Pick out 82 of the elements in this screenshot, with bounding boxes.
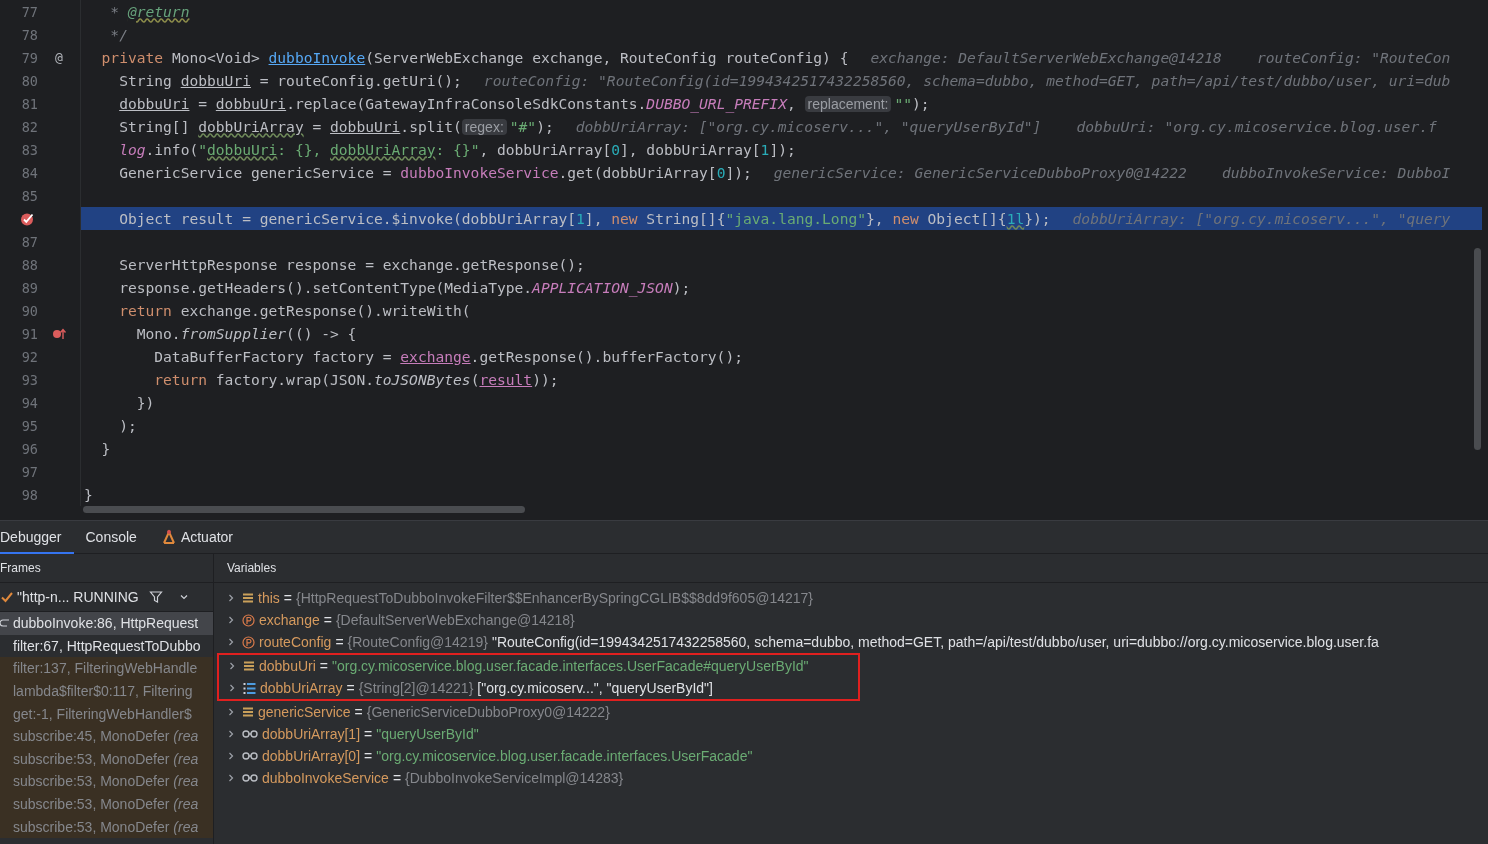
variable-entry[interactable]: this = {HttpRequestToDubboInvokeFilter$$EnhancerBySpringCGLIB$$8dd9f605@14217} bbox=[258, 590, 817, 606]
variable-entry[interactable]: dobbUriArray[0] = "org.cy.micoservice.blog.user.facade.interfaces.UserFacade" bbox=[262, 748, 753, 764]
panel-tab[interactable]: Debugger bbox=[0, 521, 74, 554]
horizontal-scrollbar[interactable] bbox=[83, 506, 525, 513]
filter-icon[interactable] bbox=[148, 590, 163, 604]
line-number: 77 bbox=[21, 3, 38, 20]
gutter-marker[interactable]: @ bbox=[55, 50, 63, 65]
network-icon bbox=[160, 528, 177, 545]
code-line: GenericService genericService = dubboInvokeService.get(dobbUriArray[0]); genericService: GenericServiceDubboProxy0@14222 dubboInvokeService: DubboI bbox=[118, 162, 1451, 183]
line-number: 94 bbox=[21, 394, 38, 411]
variables-title: Variables bbox=[227, 561, 277, 575]
vertical-scrollbar[interactable] bbox=[1474, 248, 1481, 450]
code-line: String[] dobbUriArray = dobbuUri.split( regex: "#"); dobbUriArray: ["org.cy.micoserv...", "queryUserById"] dobbuUri: "org.cy.micoservice.blog.user.f bbox=[118, 116, 1437, 137]
frames-title: Frames bbox=[0, 561, 41, 575]
line-number: 93 bbox=[21, 371, 38, 388]
line-number: 91 bbox=[21, 325, 38, 342]
expand-chevron-icon[interactable] bbox=[226, 729, 236, 739]
code-line: response.getHeaders().setContentType(MediaType.APPLICATION_JSON); bbox=[118, 277, 691, 298]
frame-item[interactable]: get:-1, FilteringWebHandler$ bbox=[0, 702, 213, 725]
expand-chevron-icon[interactable] bbox=[226, 615, 236, 625]
variable-entry[interactable]: exchange = {DefaultServerWebExchange@14218} bbox=[259, 612, 579, 628]
line-number: 84 bbox=[21, 164, 38, 181]
code-line: dobbuUri = dobbuUri.replace(GatewayInfraConsoleSdkConstants.DUBBO_URL_PREFIX, replacement: ""); bbox=[118, 93, 930, 114]
code-line: ServerHttpResponse response = exchange.getResponse(); bbox=[118, 254, 585, 275]
code-line: Object result = genericService.$invoke(dobbUriArray[1], new String[]{"java.lang.Long"}, new Object[]{1l}); dobbUriArray: ["org.cy.micoserv...", "query bbox=[118, 208, 1451, 229]
code-line: ); bbox=[118, 415, 137, 436]
frame-item[interactable]: dubboInvoke:86, HttpRequest bbox=[0, 612, 213, 635]
line-number: 97 bbox=[21, 463, 38, 480]
chevron-down-icon[interactable] bbox=[178, 592, 189, 602]
frame-item[interactable]: subscribe:45, MonoDefer (rea bbox=[0, 724, 213, 748]
line-number: 92 bbox=[21, 348, 38, 365]
line-number: 96 bbox=[21, 440, 38, 457]
expand-chevron-icon[interactable] bbox=[226, 707, 236, 717]
frame-item[interactable]: subscribe:53, MonoDefer (rea bbox=[0, 815, 213, 838]
line-number: 95 bbox=[21, 417, 38, 434]
expand-chevron-icon[interactable] bbox=[226, 751, 236, 761]
expand-chevron-icon[interactable] bbox=[226, 593, 236, 603]
frame-item[interactable]: lambda$filter$0:117, Filtering bbox=[0, 679, 213, 703]
panel-tab[interactable]: Console bbox=[73, 521, 149, 554]
line-number: 87 bbox=[21, 233, 38, 250]
code-line: * @return bbox=[109, 1, 190, 22]
check-icon bbox=[1, 591, 13, 603]
code-line: } bbox=[100, 438, 111, 459]
code-line: private Mono<Void> dubboInvoke(ServerWebExchange exchange, RouteConfig routeConfig) { exchange: DefaultServerWebExchange@14218 routeConfig: "RouteCon bbox=[100, 47, 1451, 68]
frame-item[interactable]: subscribe:53, MonoDefer (rea bbox=[0, 747, 213, 771]
thread-selector[interactable]: "http-n... RUNNING bbox=[0, 589, 139, 605]
expand-chevron-icon[interactable] bbox=[227, 661, 237, 671]
line-number: 90 bbox=[21, 302, 38, 319]
variable-entry[interactable]: dobbUriArray = {String[2]@14221} ["org.cy.micoserv...", "queryUserById"] bbox=[260, 680, 713, 696]
code-line: log.info("dobbuUri: {}, dobbUriArray: {}", dobbUriArray[0], dobbUriArray[1]); bbox=[118, 139, 796, 160]
expand-chevron-icon[interactable] bbox=[226, 773, 236, 783]
line-number: 78 bbox=[21, 26, 38, 43]
frame-item[interactable]: filter:137, FilteringWebHandle bbox=[0, 657, 213, 680]
line-number: 79 bbox=[21, 49, 38, 66]
code-line: return factory.wrap(JSON.toJSONBytes(result)); bbox=[153, 369, 559, 390]
code-line: String dobbuUri = routeConfig.getUri(); routeConfig: "RouteConfig(id=1994342517432258560, schema=dubbo, method=GET, path=/api/test/dubbo/user, uri=dub bbox=[118, 70, 1451, 91]
line-number: 80 bbox=[21, 72, 38, 89]
line-number: 89 bbox=[21, 279, 38, 296]
variable-entry[interactable]: genericService = {GenericServiceDubboProxy0@14222} bbox=[258, 704, 614, 720]
code-line: }) bbox=[135, 392, 155, 413]
expand-chevron-icon[interactable] bbox=[227, 683, 237, 693]
variable-entry[interactable]: dobbUriArray[1] = "queryUserById" bbox=[262, 726, 479, 742]
code-line: } bbox=[84, 484, 93, 505]
line-number: 88 bbox=[21, 256, 38, 273]
frame-item[interactable]: subscribe:53, MonoDefer (rea bbox=[0, 770, 213, 793]
code-line: Mono.fromSupplier(() -> { bbox=[135, 323, 357, 344]
line-number: 82 bbox=[21, 118, 38, 135]
panel-tab[interactable]: Actuator bbox=[148, 521, 245, 554]
line-number: 98 bbox=[21, 486, 38, 503]
line-number: 83 bbox=[21, 141, 38, 158]
lambda-breakpoint-icon[interactable] bbox=[52, 327, 66, 340]
code-line: DataBufferFactory factory = exchange.getResponse().bufferFactory(); bbox=[153, 346, 743, 367]
line-number: 85 bbox=[21, 187, 38, 204]
expand-chevron-icon[interactable] bbox=[226, 637, 236, 647]
variable-entry[interactable]: dobbuUri = "org.cy.micoservice.blog.user.facade.interfaces.UserFacade#queryUserById" bbox=[259, 658, 809, 674]
breakpoint-icon[interactable] bbox=[20, 211, 34, 226]
variable-entry[interactable]: routeConfig = {RouteConfig@14219} "RouteConfig(id=1994342517432258560, schema=dubbo, method=GET, path=/api/test/dubbo/user, uri=dubbo://org.cy.micoservice.blog.user.fa bbox=[259, 634, 1379, 650]
frame-item[interactable]: subscribe:53, MonoDefer (rea bbox=[0, 792, 213, 816]
line-number: 81 bbox=[21, 95, 38, 112]
variable-entry[interactable]: dubboInvokeService = {DubboInvokeServiceImpl@14283} bbox=[262, 770, 628, 786]
code-line: return exchange.getResponse().writeWith( bbox=[118, 300, 471, 321]
code-line: */ bbox=[109, 24, 128, 45]
